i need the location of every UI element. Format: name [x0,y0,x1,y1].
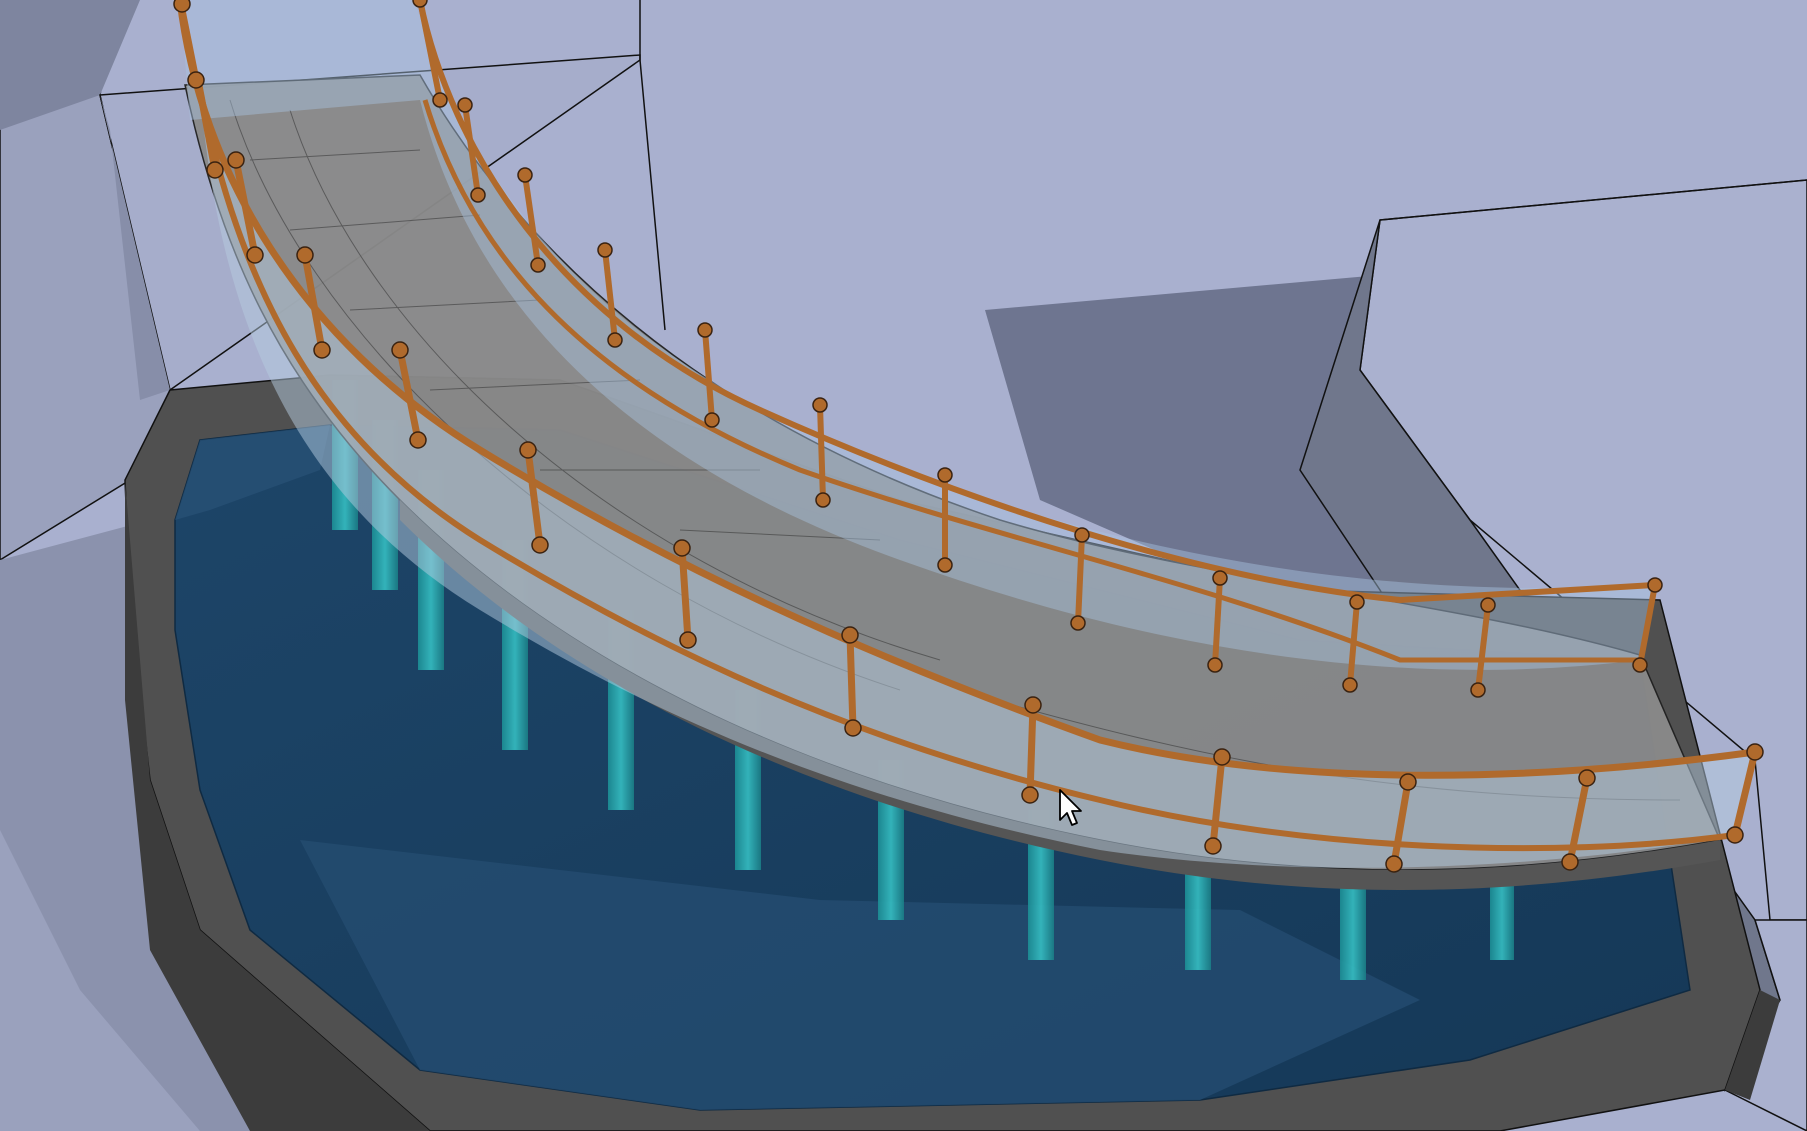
3d-viewport[interactable] [0,0,1807,1131]
model-scene[interactable] [0,0,1807,1131]
